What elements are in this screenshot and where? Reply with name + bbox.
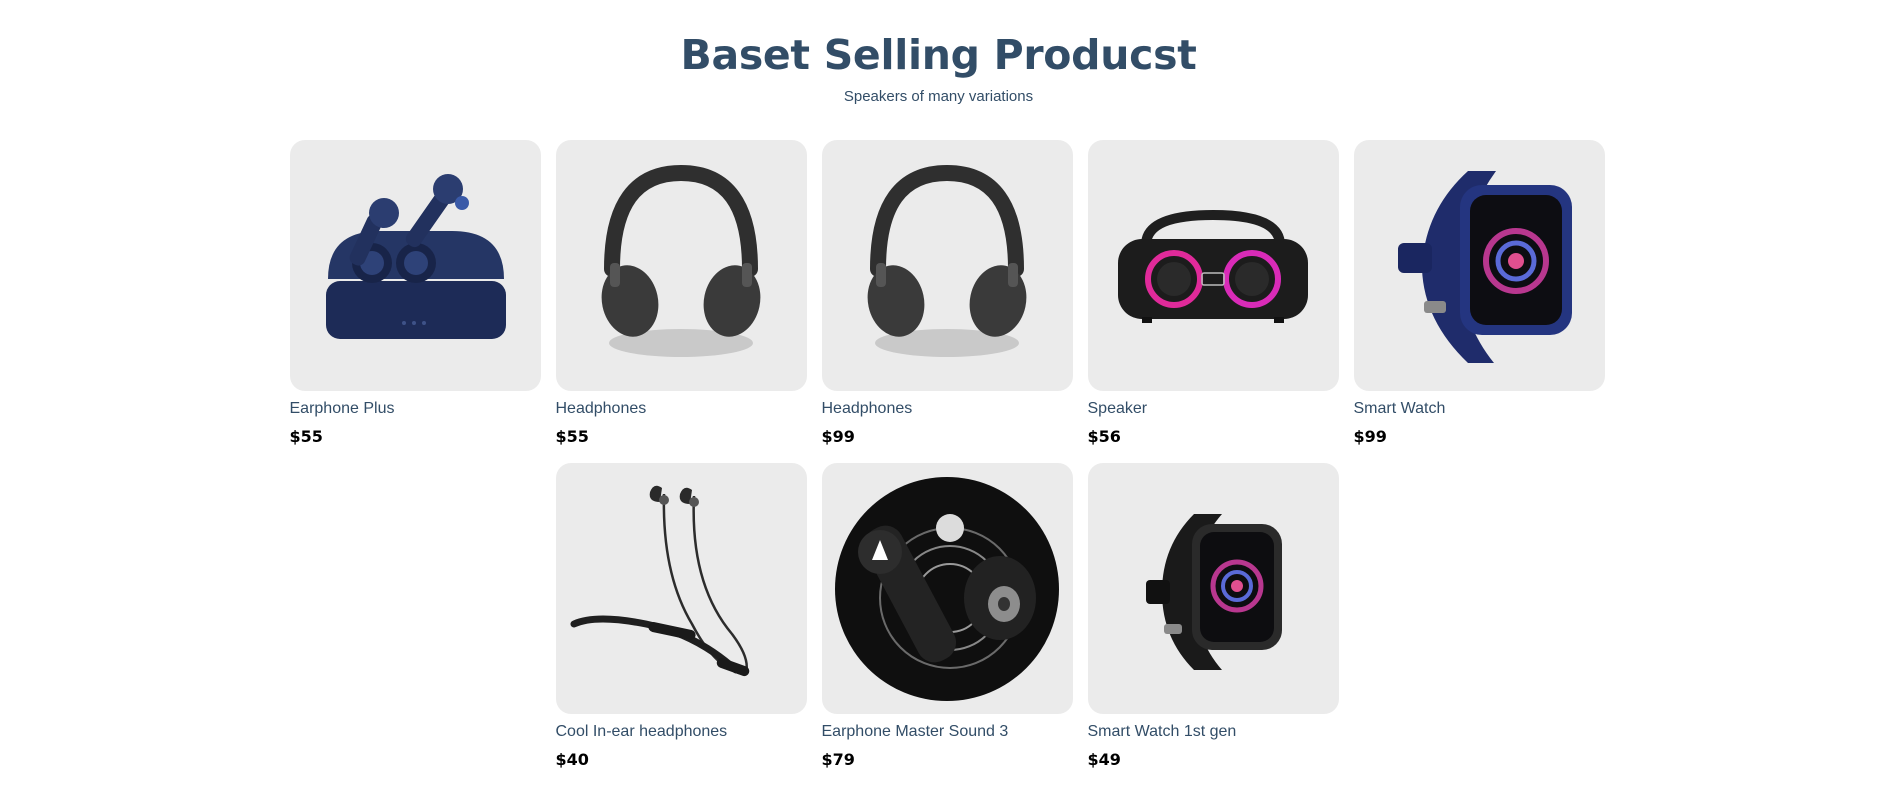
product-card[interactable]: Earphone Plus $55 [289,140,541,447]
product-price: $99 [821,427,855,446]
speaker-icon [1118,209,1308,323]
smartwatch-icon [1398,170,1572,363]
product-name: Earphone Master Sound 3 [821,723,1009,740]
product-price: $55 [555,427,589,446]
product-image[interactable] [555,140,807,391]
product-name: Headphones [555,400,647,417]
product-card[interactable]: Headphones $55 [555,140,807,447]
product-name: Smart Watch 1st gen [1087,723,1237,740]
product-image[interactable] [821,140,1073,391]
smartwatch-black-icon [1146,513,1282,670]
earbuds-icon [835,476,1059,701]
headphones-icon [601,164,761,357]
product-price: $56 [1087,427,1121,446]
product-card[interactable]: Speaker $56 [1087,140,1339,447]
page-title: Baset Selling Producst [680,31,1197,79]
products-heading: Baset Selling Producst Speakers of many … [0,30,1877,105]
product-image[interactable] [555,463,807,714]
product-image[interactable] [821,463,1073,714]
product-price: $55 [289,427,323,446]
product-name: Speaker [1087,400,1148,417]
product-name: Cool In-ear headphones [555,723,728,740]
product-image[interactable] [1087,463,1339,714]
product-card[interactable]: Smart Watch 1st gen $49 [1087,463,1339,770]
earbuds-case-icon [326,173,506,339]
product-name: Headphones [821,400,913,417]
products-grid: Earphone Plus $55 Headphones $55 Headpho… [284,140,1610,770]
product-card[interactable]: Headphones $99 [821,140,1073,447]
product-image[interactable] [1353,140,1605,391]
product-price: $99 [1353,427,1387,446]
product-price: $79 [821,750,855,769]
product-image[interactable] [289,140,541,391]
neckband-earphones-icon [570,485,750,676]
product-name: Smart Watch [1353,400,1446,417]
page-subtitle: Speakers of many variations [843,88,1034,105]
product-card[interactable]: Cool In-ear headphones $40 [555,463,807,770]
product-image[interactable] [1087,140,1339,391]
product-price: $49 [1087,750,1121,769]
product-price: $40 [555,750,589,769]
headphones-icon [867,164,1027,357]
product-name: Earphone Plus [289,400,395,417]
product-card[interactable]: Smart Watch $99 [1353,140,1605,447]
product-card[interactable]: Earphone Master Sound 3 $79 [821,463,1073,770]
